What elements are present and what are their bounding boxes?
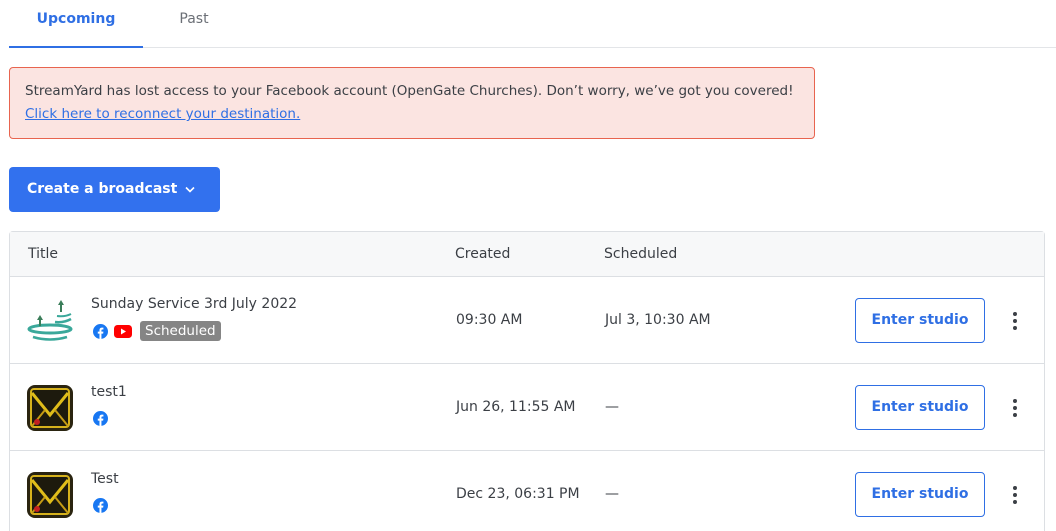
facebook-icon [93, 323, 108, 339]
destination-icons [93, 496, 108, 514]
header-created: Created [455, 246, 511, 262]
enter-studio-button[interactable]: Enter studio [855, 385, 985, 430]
create-broadcast-button[interactable]: Create a broadcast [9, 167, 220, 212]
more-options-icon[interactable] [1005, 396, 1025, 420]
broadcast-tabs: Upcoming Past [9, 0, 1056, 48]
created-time: Jun 26, 11:55 AM [456, 399, 576, 415]
tab-upcoming[interactable]: Upcoming [9, 0, 143, 48]
enter-studio-button[interactable]: Enter studio [855, 298, 985, 343]
chevron-down-icon [185, 167, 195, 212]
table-row: test1 Jun 26, 11:55 AM — Enter studio [10, 364, 1044, 451]
facebook-icon [93, 497, 108, 513]
header-title: Title [28, 246, 59, 262]
header-scheduled: Scheduled [604, 246, 678, 262]
facebook-icon [93, 410, 108, 426]
table-header: Title Created Scheduled [10, 232, 1044, 277]
scheduled-time: — [605, 399, 619, 415]
tab-past[interactable]: Past [155, 0, 233, 48]
broadcast-title[interactable]: Sunday Service 3rd July 2022 [91, 296, 297, 312]
table-row: Test Dec 23, 06:31 PM — Enter studio [10, 451, 1044, 531]
yellow-envelope-thumbnail [27, 472, 73, 518]
created-time: 09:30 AM [456, 312, 523, 328]
destination-icons: Scheduled [93, 321, 221, 341]
broadcast-title[interactable]: Test [91, 471, 119, 487]
broadcast-table: Title Created Scheduled Sunday Service 3… [9, 231, 1045, 531]
more-options-icon[interactable] [1005, 483, 1025, 507]
reconnect-destination-link[interactable]: Click here to reconnect your destination… [25, 106, 300, 122]
destination-icons [93, 409, 108, 427]
broadcasts-page: Upcoming Past StreamYard has lost access… [0, 0, 1056, 531]
enter-studio-button[interactable]: Enter studio [855, 472, 985, 517]
youtube-icon [114, 324, 132, 338]
scheduled-time: Jul 3, 10:30 AM [605, 312, 711, 328]
yellow-envelope-thumbnail [27, 385, 73, 431]
status-badge: Scheduled [140, 321, 221, 341]
more-options-icon[interactable] [1005, 309, 1025, 333]
alert-text: StreamYard has lost access to your Faceb… [25, 83, 794, 99]
created-time: Dec 23, 06:31 PM [456, 486, 580, 502]
create-broadcast-label: Create a broadcast [27, 181, 178, 197]
opengate-logo-thumbnail [27, 296, 73, 342]
facebook-access-alert: StreamYard has lost access to your Faceb… [9, 67, 815, 139]
broadcast-title[interactable]: test1 [91, 384, 127, 400]
table-row: Sunday Service 3rd July 2022 Scheduled 0… [10, 277, 1044, 364]
scheduled-time: — [605, 486, 619, 502]
